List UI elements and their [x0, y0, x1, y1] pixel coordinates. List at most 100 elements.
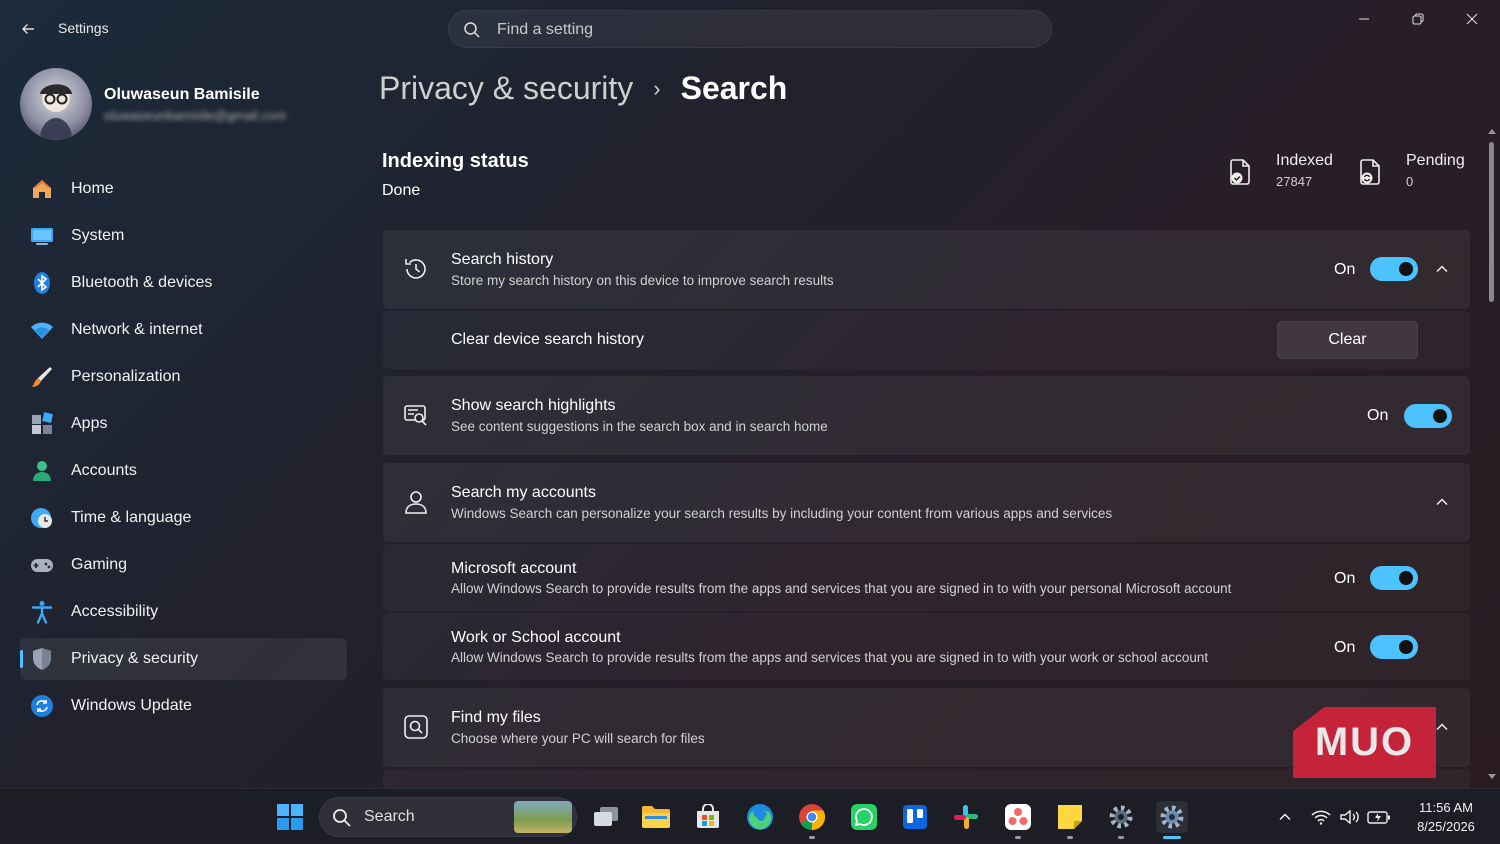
- microsoft-account-toggle[interactable]: [1370, 566, 1418, 590]
- apps-icon: [30, 412, 54, 436]
- clock-globe-icon: [30, 506, 54, 530]
- active-indicator: [1163, 836, 1181, 839]
- pending-document-icon: [1358, 158, 1384, 186]
- edge-icon: [747, 804, 773, 830]
- edge-browser-button[interactable]: [744, 801, 776, 833]
- slack-icon: [954, 805, 978, 829]
- scroll-down-arrow-icon: [1488, 774, 1496, 779]
- taskbar-search[interactable]: Search: [319, 797, 577, 837]
- find-my-files-title: Find my files: [451, 709, 541, 726]
- gamepad-icon: [30, 553, 54, 577]
- settings-gear-icon: [1160, 805, 1184, 829]
- folder-icon: [642, 806, 670, 828]
- running-indicator: [1118, 836, 1124, 839]
- sidebar-item-network[interactable]: Network & internet: [20, 309, 347, 351]
- file-explorer-button[interactable]: [640, 801, 672, 833]
- indexed-stat: Indexed 27847: [1228, 152, 1348, 192]
- search-history-chevron-up-icon[interactable]: [1432, 259, 1452, 279]
- microsoft-account-title: Microsoft account: [451, 560, 577, 577]
- taskbar: Search 11:56 AM 8/25/2026: [0, 788, 1500, 844]
- whatsapp-button[interactable]: [848, 801, 880, 833]
- system-icon: [30, 224, 54, 248]
- search-my-accounts-card[interactable]: Search my accounts Windows Search can pe…: [383, 463, 1470, 542]
- trello-button[interactable]: [899, 801, 931, 833]
- search-history-card[interactable]: Search history Store my search history o…: [383, 230, 1470, 309]
- microsoft-store-button[interactable]: [692, 801, 724, 833]
- store-icon: [697, 804, 719, 828]
- person-outline-icon: [403, 489, 429, 515]
- sidebar-item-accounts[interactable]: Accounts: [20, 450, 347, 492]
- sticky-notes-icon: [1058, 805, 1082, 829]
- person-icon: [30, 459, 54, 483]
- minimize-button[interactable]: [1349, 8, 1379, 30]
- taskbar-clock[interactable]: 11:56 AM 8/25/2026: [1404, 798, 1488, 836]
- asana-button[interactable]: [1002, 801, 1034, 839]
- find-my-files-desc: Choose where your PC will search for fil…: [451, 731, 705, 746]
- microsoft-account-desc: Allow Windows Search to provide results …: [451, 581, 1232, 596]
- taskbar-search-label: Search: [364, 808, 415, 825]
- search-highlights-icon: [403, 402, 429, 428]
- scrollbar[interactable]: [1487, 126, 1497, 786]
- wifi-icon: [30, 318, 54, 342]
- search-highlight-image: [514, 801, 572, 833]
- sidebar-nav: Home System Bluetooth & devices Network …: [20, 168, 347, 732]
- search-input[interactable]: [497, 19, 1017, 41]
- search-icon: [332, 808, 352, 828]
- show-hidden-icons-button[interactable]: [1274, 803, 1296, 831]
- slack-button[interactable]: [950, 801, 982, 833]
- back-button[interactable]: [16, 17, 40, 41]
- search-history-toggle[interactable]: [1370, 257, 1418, 281]
- sidebar-item-personalization[interactable]: Personalization: [20, 356, 347, 398]
- search-icon: [463, 21, 481, 39]
- restore-button[interactable]: [1403, 8, 1433, 30]
- scroll-thumb[interactable]: [1489, 142, 1494, 302]
- shield-icon: [30, 647, 54, 671]
- page-title: Search: [680, 70, 788, 106]
- sidebar-item-time-language[interactable]: Time & language: [20, 497, 347, 539]
- settings-extra-button[interactable]: [1105, 801, 1137, 839]
- sidebar-item-privacy-security[interactable]: Privacy & security: [20, 638, 347, 680]
- breadcrumb-parent-link[interactable]: Privacy & security: [379, 70, 633, 107]
- sidebar-item-bluetooth[interactable]: Bluetooth & devices: [20, 262, 347, 304]
- settings-app-button[interactable]: [1156, 801, 1188, 839]
- sidebar-item-windows-update[interactable]: Windows Update: [20, 685, 347, 727]
- work-account-title: Work or School account: [451, 629, 621, 646]
- quick-settings-button[interactable]: [1310, 803, 1392, 831]
- find-setting-search[interactable]: [448, 10, 1052, 48]
- scroll-up-arrow-icon: [1488, 129, 1496, 134]
- find-files-icon: [403, 714, 429, 740]
- avatar[interactable]: [20, 68, 92, 140]
- sidebar-item-home[interactable]: Home: [20, 168, 347, 210]
- sticky-notes-button[interactable]: [1054, 801, 1086, 839]
- pending-stat: Pending 0: [1358, 152, 1473, 192]
- task-view-button[interactable]: [590, 801, 622, 833]
- search-my-accounts-chevron-up-icon[interactable]: [1432, 492, 1452, 512]
- avatar-illustration-icon: [40, 84, 72, 140]
- search-history-title: Search history: [451, 251, 554, 268]
- windows-logo-icon: [277, 804, 303, 830]
- search-highlights-title: Show search highlights: [451, 397, 616, 414]
- chevron-up-icon: [1279, 813, 1291, 821]
- sidebar-item-system[interactable]: System: [20, 215, 347, 257]
- sidebar-item-apps[interactable]: Apps: [20, 403, 347, 445]
- app-title: Settings: [58, 20, 109, 36]
- work-account-state: On: [1334, 639, 1356, 656]
- search-highlights-toggle[interactable]: [1404, 404, 1452, 428]
- clear-history-card: Clear device search history Clear: [383, 311, 1470, 369]
- work-account-card: Work or School account Allow Windows Sea…: [383, 613, 1470, 680]
- search-highlights-card[interactable]: Show search highlights See content sugge…: [383, 376, 1470, 455]
- work-account-desc: Allow Windows Search to provide results …: [451, 650, 1209, 665]
- chrome-browser-button[interactable]: [796, 801, 828, 839]
- title-bar: Settings: [0, 0, 1500, 58]
- trello-icon: [903, 805, 927, 829]
- clear-history-button[interactable]: Clear: [1277, 321, 1418, 359]
- asana-icon: [1005, 804, 1031, 830]
- sidebar-item-accessibility[interactable]: Accessibility: [20, 591, 347, 633]
- close-button[interactable]: [1457, 8, 1487, 30]
- sidebar-item-gaming[interactable]: Gaming: [20, 544, 347, 586]
- work-account-toggle[interactable]: [1370, 635, 1418, 659]
- user-email: oluwaseunbamisile@gmail.com: [104, 108, 287, 123]
- start-button[interactable]: [274, 801, 306, 833]
- home-icon: [30, 177, 54, 201]
- restore-icon: [1412, 13, 1424, 25]
